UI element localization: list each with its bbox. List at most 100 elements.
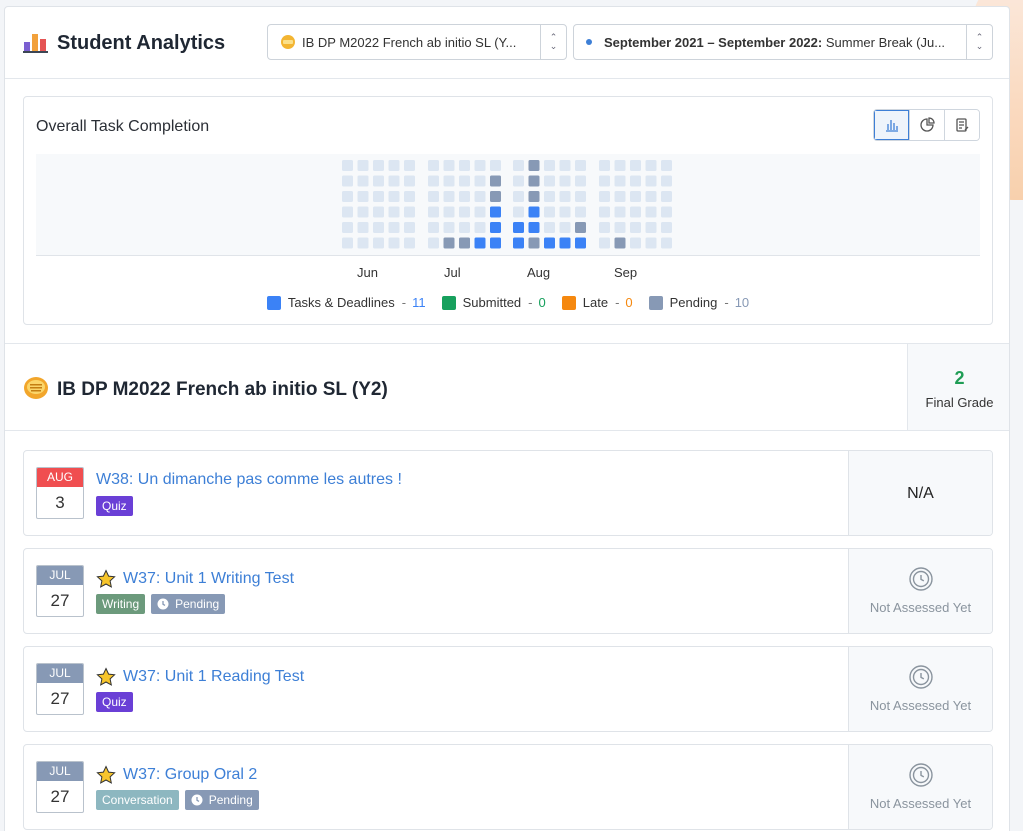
legend-item[interactable]: Tasks & Deadlines -11 [266, 295, 426, 310]
month-label: Sep [614, 265, 638, 280]
task-status: Not Assessed Yet [848, 647, 992, 731]
heatmap-cell [544, 222, 555, 233]
heatmap-cell [490, 206, 501, 218]
legend-item[interactable]: Submitted -0 [441, 295, 546, 310]
legend-swatch [648, 295, 663, 310]
heatmap-cell [599, 237, 610, 249]
bar-view-button[interactable] [874, 110, 909, 140]
heatmap-cell [559, 206, 571, 218]
heatmap-cell [513, 191, 524, 202]
legend-label: Submitted [462, 295, 522, 310]
heatmap-cell [357, 222, 369, 233]
task-card[interactable]: JUL 27 W37: Unit 1 Writing Test Writing P… [23, 548, 993, 634]
heatmap-cell [544, 237, 555, 249]
heatmap-cell [388, 222, 400, 233]
task-date-month: JUL [37, 762, 83, 781]
heatmap-cell [661, 175, 672, 187]
task-card[interactable]: AUG 3 W38: Un dimanche pas comme les aut… [23, 450, 993, 536]
heatmap-cell [404, 237, 415, 249]
heatmap-cell [388, 191, 400, 202]
bar-chart-icon [885, 120, 898, 132]
period-select[interactable]: September 2021 – September 2022: Summer … [573, 24, 993, 60]
heatmap-cell [459, 206, 470, 218]
task-title-text[interactable]: W37: Unit 1 Reading Test [123, 668, 304, 686]
task-title[interactable]: W38: Un dimanche pas comme les autres ! [96, 471, 402, 489]
heatmap-cell [490, 237, 501, 249]
task-tag-label: Conversation [102, 793, 173, 807]
heatmap-cell [373, 222, 384, 233]
heatmap-cell [645, 206, 657, 218]
heatmap-cell [459, 237, 470, 249]
heatmap-cell [528, 206, 540, 218]
task-card[interactable]: JUL 27 W37: Group Oral 2 Conversation Pen… [23, 744, 993, 830]
heatmap-cell [599, 175, 610, 187]
course-title: IB DP M2022 French ab initio SL (Y2) [57, 379, 388, 400]
task-tag: Quiz [96, 496, 133, 516]
legend-item[interactable]: Late -0 [561, 295, 633, 310]
heatmap-cell [630, 191, 641, 202]
heatmap-cell [575, 206, 586, 218]
legend-label: Tasks & Deadlines [287, 295, 395, 310]
heatmap-cell [575, 237, 586, 249]
heatmap-cell [404, 160, 415, 171]
clock-icon [908, 567, 933, 591]
heatmap-cell [661, 237, 672, 249]
heatmap-cell [443, 160, 455, 171]
heatmap-cell [544, 175, 555, 187]
heatmap-cell [342, 206, 353, 218]
task-title-text[interactable]: W37: Group Oral 2 [123, 766, 257, 784]
task-status-text: Not Assessed Yet [869, 796, 972, 811]
select-chevrons-icon: ⌃ ⌄ [966, 25, 992, 59]
heatmap-cell [614, 175, 626, 187]
heatmap-cell [614, 160, 626, 171]
heatmap-cell [342, 237, 353, 249]
task-title-text[interactable]: W37: Unit 1 Writing Test [123, 570, 294, 588]
heatmap-cell [575, 160, 586, 171]
task-title[interactable]: W37: Unit 1 Writing Test [96, 569, 294, 589]
heatmap-cell [443, 191, 455, 202]
task-title[interactable]: W37: Unit 1 Reading Test [96, 667, 304, 687]
heatmap-cell [630, 206, 641, 218]
task-date-month: AUG [37, 468, 83, 487]
heatmap-cell [645, 222, 657, 233]
heatmap-cell [404, 206, 415, 218]
legend-item[interactable]: Pending -10 [648, 295, 749, 310]
period-select-value: September 2021 – September 2022: Summer … [604, 34, 946, 50]
period-dot-icon [586, 39, 592, 45]
chart-title: Overall Task Completion [36, 118, 210, 135]
task-date-month: JUL [37, 566, 83, 585]
task-status: Not Assessed Yet [848, 549, 992, 633]
task-title-text[interactable]: W38: Un dimanche pas comme les autres ! [96, 471, 402, 489]
task-tags: Quiz [96, 692, 133, 712]
heatmap-cell [388, 237, 400, 249]
course-select[interactable]: IB DP M2022 French ab initio SL (Y... ⌃ ⌄ [267, 24, 567, 60]
month-label: Aug [527, 265, 551, 280]
heatmap-cell [575, 175, 586, 187]
task-tag-label: Pending [175, 597, 220, 611]
heatmap-cell [357, 175, 369, 187]
task-date: JUL 27 [36, 663, 84, 715]
task-status: N/A [848, 451, 992, 535]
task-card[interactable]: JUL 27 W37: Unit 1 Reading Test Quiz Not… [23, 646, 993, 732]
list-view-button[interactable] [944, 110, 979, 140]
heatmap-cell [513, 206, 524, 218]
pie-view-button[interactable] [909, 110, 944, 140]
heatmap-cell [614, 206, 626, 218]
heatmap-cell [513, 160, 524, 171]
task-tag: Pending [151, 594, 226, 614]
heatmap-cell [459, 191, 470, 202]
task-date-day: 27 [50, 689, 70, 708]
heatmap-cell [373, 191, 384, 202]
task-date: JUL 27 [36, 565, 84, 617]
heatmap-cell [544, 191, 555, 202]
heatmap-cell [428, 206, 439, 218]
heatmap-cell [630, 160, 641, 171]
heatmap-cell [443, 206, 455, 218]
heatmap-cell [342, 160, 353, 171]
task-tags: Conversation Pending [96, 790, 259, 810]
task-tag-label: Quiz [102, 695, 127, 709]
task-title[interactable]: W37: Group Oral 2 [96, 765, 257, 785]
heatmap-cell [661, 206, 672, 218]
heatmap-cell [474, 237, 486, 249]
heatmap-cell [342, 191, 353, 202]
